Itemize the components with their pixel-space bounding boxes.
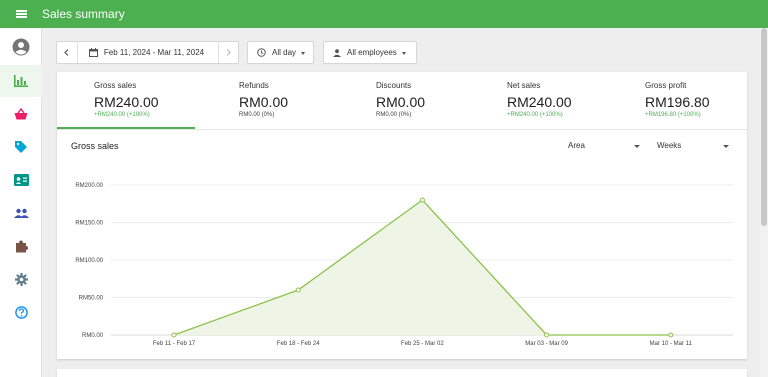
chevron-down-icon [301, 52, 306, 55]
scrollbar-thumb[interactable] [761, 28, 767, 226]
items-card [57, 369, 747, 377]
sidebar-item-sales[interactable] [0, 98, 42, 130]
basket-icon [14, 108, 28, 120]
sidebar-item-integrations[interactable] [0, 230, 42, 262]
y-tick-label: RM150.00 [75, 221, 103, 227]
gross-sales-area-chart: RM0.00 RM50.00 RM100.00 RM150.00 RM200.00 Feb… [75, 183, 733, 347]
x-tick-label: Mar 03 - Mar 09 [525, 341, 568, 347]
y-tick-label: RM50.00 [79, 296, 104, 302]
employee-filter-dropdown[interactable]: All employees [323, 41, 417, 64]
puzzle-icon [15, 240, 28, 252]
sidebar-item-account[interactable] [0, 31, 42, 63]
menu-icon[interactable] [0, 0, 42, 28]
data-point [295, 287, 301, 293]
x-tick-label: Feb 18 - Feb 24 [277, 341, 320, 347]
sidebar-item-employees[interactable] [0, 197, 42, 229]
next-period-button[interactable] [219, 49, 238, 56]
person-icon [333, 48, 341, 57]
x-tick-label: Mar 10 - Mar 11 [650, 341, 693, 347]
x-tick-label: Feb 11 - Feb 17 [153, 341, 196, 347]
sales-summary-card: Gross sales RM240.00 +RM240.00 (+100%) R… [57, 72, 747, 359]
chevron-right-icon [226, 49, 231, 56]
scrollbar[interactable] [760, 28, 768, 377]
gear-icon [14, 272, 28, 286]
data-point [419, 197, 425, 203]
x-tick-label: Feb 25 - Mar 02 [401, 341, 444, 347]
data-point [544, 332, 550, 338]
account-circle-icon [12, 38, 30, 56]
data-point [171, 332, 177, 338]
chevron-down-icon [401, 52, 406, 55]
y-tick-label: RM0.00 [82, 333, 104, 339]
clock-icon [257, 48, 266, 57]
data-point [668, 332, 674, 338]
people-icon [13, 208, 29, 218]
y-tick-label: RM200.00 [75, 183, 103, 189]
area-fill [174, 200, 671, 335]
sidebar-item-settings[interactable] [0, 263, 42, 295]
employee-filter-label: All employees [347, 48, 397, 57]
sidebar-item-reports[interactable] [0, 65, 42, 97]
time-filter-label: All day [272, 48, 297, 57]
sidebar-item-help[interactable] [0, 296, 42, 328]
y-tick-label: RM100.00 [75, 258, 103, 264]
sidebar-item-items[interactable] [0, 131, 42, 163]
help-icon [14, 305, 28, 319]
chevron-left-icon [64, 49, 69, 56]
app-bar: Sales summary [0, 0, 768, 28]
tag-icon [15, 141, 27, 153]
bar-chart-icon [14, 75, 28, 87]
date-range-picker[interactable]: Feb 11, 2024 - Mar 11, 2024 [56, 41, 239, 64]
date-range-field[interactable]: Feb 11, 2024 - Mar 11, 2024 [78, 48, 218, 57]
time-filter-dropdown[interactable]: All day [247, 41, 314, 64]
page-title: Sales summary [42, 7, 125, 21]
id-card-icon [13, 174, 29, 186]
sidebar [0, 28, 42, 377]
calendar-icon [88, 48, 98, 57]
date-range-label: Feb 11, 2024 - Mar 11, 2024 [103, 48, 205, 57]
sidebar-item-customers[interactable] [0, 164, 42, 196]
previous-period-button[interactable] [57, 49, 77, 56]
